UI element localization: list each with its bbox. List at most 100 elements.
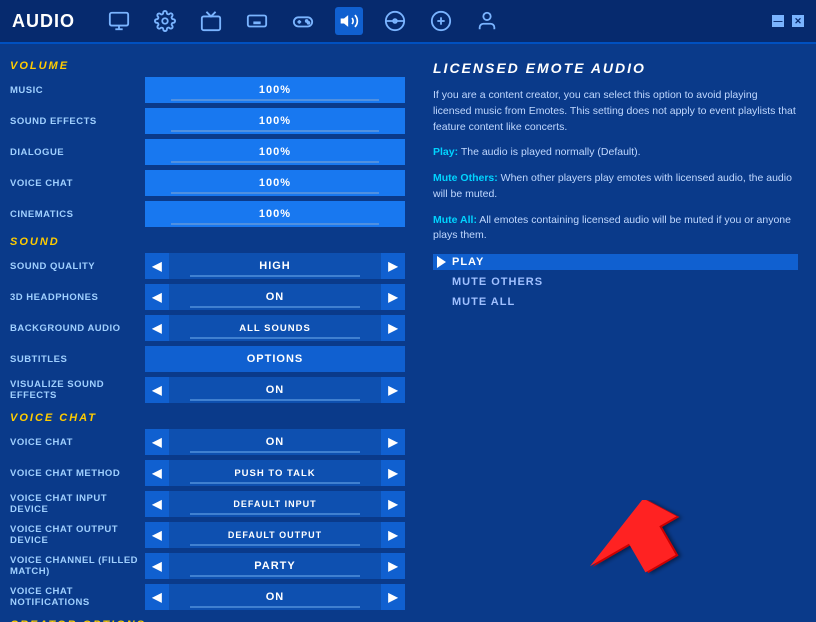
option-mute-all[interactable]: MUTE ALL xyxy=(433,294,798,310)
keyboard-icon[interactable] xyxy=(243,7,271,35)
game-display-icon[interactable] xyxy=(197,7,225,35)
sound-quality-left[interactable]: ◀ xyxy=(145,253,169,279)
voice-chat-output-label: VOICE CHAT OUTPUT DEVICE xyxy=(10,524,145,546)
left-panel: VOLUME MUSIC 100% SOUND EFFECTS 100% xyxy=(0,44,415,622)
option-play-triangle xyxy=(437,256,446,268)
display-icon[interactable] xyxy=(105,7,133,35)
minimize-button[interactable]: — xyxy=(772,15,784,27)
right-panel-title: LICENSED EMOTE AUDIO xyxy=(433,60,798,76)
visualize-value: ON xyxy=(169,377,381,403)
cinematics-label: CINEMATICS xyxy=(10,209,145,220)
voice-chat-notif-label: VOICE CHAT NOTIFICATIONS xyxy=(10,586,145,608)
visualize-arrow[interactable]: ◀ ON ▶ xyxy=(145,377,405,403)
dialogue-row: DIALOGUE 100% xyxy=(10,138,405,166)
voice-channel-left[interactable]: ◀ xyxy=(145,553,169,579)
voice-chat-input-row: VOICE CHAT INPUT DEVICE ◀ DEFAULT INPUT … xyxy=(10,490,405,518)
background-audio-label: BACKGROUND AUDIO xyxy=(10,323,145,334)
dialogue-bar[interactable]: 100% xyxy=(145,139,405,165)
voice-chat-method-arrow[interactable]: ◀ PUSH TO TALK ▶ xyxy=(145,460,405,486)
music-bar[interactable]: 100% xyxy=(145,77,405,103)
voice-chat-notif-left[interactable]: ◀ xyxy=(145,584,169,610)
voice-chat-input-left[interactable]: ◀ xyxy=(145,491,169,517)
voice-chat-method-value: PUSH TO TALK xyxy=(169,460,381,486)
subtitles-control: OPTIONS xyxy=(145,346,405,372)
voice-chat-output-value: DEFAULT OUTPUT xyxy=(169,522,381,548)
voice-chat-bar[interactable]: 100% xyxy=(145,170,405,196)
sound-quality-right[interactable]: ▶ xyxy=(381,253,405,279)
main-layout: VOLUME MUSIC 100% SOUND EFFECTS 100% xyxy=(0,44,816,622)
headphones-right[interactable]: ▶ xyxy=(381,284,405,310)
option-play-label: PLAY xyxy=(452,256,484,268)
voice-chat-input-value: DEFAULT INPUT xyxy=(169,491,381,517)
background-audio-value: ALL SOUNDS xyxy=(169,315,381,341)
sound-effects-bar[interactable]: 100% xyxy=(145,108,405,134)
voice-chat-method-left[interactable]: ◀ xyxy=(145,460,169,486)
voice-chat-notif-value: ON xyxy=(169,584,381,610)
sound-quality-control: ◀ HIGH ▶ xyxy=(145,253,405,279)
voice-chat-left[interactable]: ◀ xyxy=(145,429,169,455)
voice-chat-output-arrow[interactable]: ◀ DEFAULT OUTPUT ▶ xyxy=(145,522,405,548)
close-button[interactable]: ✕ xyxy=(792,15,804,27)
option-mute-others[interactable]: MUTE OTHERS xyxy=(433,274,798,290)
window-controls: — ✕ xyxy=(772,15,804,27)
background-audio-left[interactable]: ◀ xyxy=(145,315,169,341)
right-panel-options: PLAY MUTE OTHERS MUTE ALL xyxy=(433,254,798,310)
voice-chat-input-arrow[interactable]: ◀ DEFAULT INPUT ▶ xyxy=(145,491,405,517)
background-audio-row: BACKGROUND AUDIO ◀ ALL SOUNDS ▶ xyxy=(10,314,405,342)
red-arrow-container xyxy=(586,500,686,590)
voice-chat-right[interactable]: ▶ xyxy=(381,429,405,455)
cinematics-control[interactable]: 100% xyxy=(145,201,405,227)
voice-chat-notif-row: VOICE CHAT NOTIFICATIONS ◀ ON ▶ xyxy=(10,583,405,611)
subtitles-row: SUBTITLES OPTIONS xyxy=(10,345,405,373)
headphones-arrow[interactable]: ◀ ON ▶ xyxy=(145,284,405,310)
account-icon[interactable] xyxy=(473,7,501,35)
voice-chat-volume-control[interactable]: 100% xyxy=(145,170,405,196)
music-control[interactable]: 100% xyxy=(145,77,405,103)
voice-chat-method-right[interactable]: ▶ xyxy=(381,460,405,486)
voice-chat-output-left[interactable]: ◀ xyxy=(145,522,169,548)
dialogue-control[interactable]: 100% xyxy=(145,139,405,165)
voice-channel-arrow[interactable]: ◀ PARTY ▶ xyxy=(145,553,405,579)
voice-channel-control: ◀ PARTY ▶ xyxy=(145,553,405,579)
option-play[interactable]: PLAY xyxy=(433,254,798,270)
sound-quality-value: HIGH xyxy=(169,253,381,279)
visualize-row: VISUALIZE SOUND EFFECTS ◀ ON ▶ xyxy=(10,376,405,404)
cinematics-row: CINEMATICS 100% xyxy=(10,200,405,228)
voice-channel-label: VOICE CHANNEL (FILLED MATCH) xyxy=(10,555,145,577)
voice-chat-output-control: ◀ DEFAULT OUTPUT ▶ xyxy=(145,522,405,548)
visualize-left[interactable]: ◀ xyxy=(145,377,169,403)
audio-icon[interactable] xyxy=(335,7,363,35)
subtitles-options-button[interactable]: OPTIONS xyxy=(145,346,405,372)
volume-section-header: VOLUME xyxy=(10,60,405,72)
sound-effects-value: 100% xyxy=(259,115,291,127)
voice-chat-input-right[interactable]: ▶ xyxy=(381,491,405,517)
cinematics-value: 100% xyxy=(259,208,291,220)
background-audio-arrow[interactable]: ◀ ALL SOUNDS ▶ xyxy=(145,315,405,341)
voice-channel-right[interactable]: ▶ xyxy=(381,553,405,579)
gamepad-icon[interactable] xyxy=(427,7,455,35)
top-bar: Audio xyxy=(0,0,816,44)
network-icon[interactable] xyxy=(381,7,409,35)
voice-chat-arrow[interactable]: ◀ ON ▶ xyxy=(145,429,405,455)
voice-chat-input-label: VOICE CHAT INPUT DEVICE xyxy=(10,493,145,515)
cinematics-bar[interactable]: 100% xyxy=(145,201,405,227)
voice-chat-row: VOICE CHAT ◀ ON ▶ xyxy=(10,428,405,456)
right-panel-play-desc: Play: The audio is played normally (Defa… xyxy=(433,145,798,161)
controller-icon[interactable] xyxy=(289,7,317,35)
settings-icon[interactable] xyxy=(151,7,179,35)
right-panel-desc1: If you are a content creator, you can se… xyxy=(433,88,798,135)
voice-chat-output-right[interactable]: ▶ xyxy=(381,522,405,548)
sound-quality-row: SOUND QUALITY ◀ HIGH ▶ xyxy=(10,252,405,280)
background-audio-right[interactable]: ▶ xyxy=(381,315,405,341)
option-mute-others-label: MUTE OTHERS xyxy=(452,276,543,288)
sound-quality-arrow[interactable]: ◀ HIGH ▶ xyxy=(145,253,405,279)
mute-all-highlight: Mute All: xyxy=(433,214,477,226)
subtitles-label: SUBTITLES xyxy=(10,354,145,365)
sound-quality-label: SOUND QUALITY xyxy=(10,261,145,272)
sound-effects-control[interactable]: 100% xyxy=(145,108,405,134)
visualize-right[interactable]: ▶ xyxy=(381,377,405,403)
voice-chat-notif-arrow[interactable]: ◀ ON ▶ xyxy=(145,584,405,610)
headphones-left[interactable]: ◀ xyxy=(145,284,169,310)
voice-chat-notif-right[interactable]: ▶ xyxy=(381,584,405,610)
mute-highlight: Mute Others: xyxy=(433,172,498,184)
